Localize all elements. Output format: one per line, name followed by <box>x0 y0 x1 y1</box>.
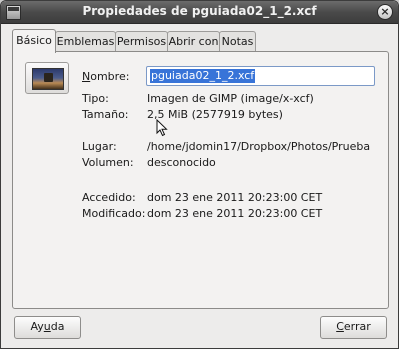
help-button-label: Ayuda <box>30 320 65 333</box>
window-title: Propiedades de pguiada02_1_2.xcf <box>82 4 317 18</box>
tab-abrir-con[interactable]: Abrir con <box>167 31 220 52</box>
location-value: /home/jdomin17/Dropbox/Photos/Prueba <box>147 140 371 153</box>
name-input-value: pguiada02_1_2.xcf <box>150 69 256 83</box>
volume-label: Volumen: <box>82 156 134 169</box>
tab-notas[interactable]: Notas <box>219 31 256 52</box>
modified-label: Modificado: <box>82 207 146 220</box>
accessed-label: Accedido: <box>82 191 136 204</box>
modified-value: dom 23 ene 2011 20:23:00 CET <box>147 207 323 220</box>
tab-basico[interactable]: Básico <box>12 29 56 53</box>
location-label: Lugar: <box>82 140 117 153</box>
image-thumbnail-icon <box>32 68 64 90</box>
close-button[interactable]: Cerrar <box>320 316 387 339</box>
close-window-button[interactable]: × <box>377 4 393 20</box>
name-label: Nombre: <box>82 70 130 83</box>
tab-emblemas[interactable]: Emblemas <box>55 31 116 52</box>
properties-dialog: Propiedades de pguiada02_1_2.xcf × Básic… <box>0 0 399 349</box>
name-input[interactable]: pguiada02_1_2.xcf <box>146 66 375 86</box>
title-bar[interactable]: Propiedades de pguiada02_1_2.xcf × <box>1 1 398 24</box>
accessed-value: dom 23 ene 2011 20:23:00 CET <box>147 191 323 204</box>
size-label: Tamaño: <box>82 108 129 121</box>
type-label: Tipo: <box>82 92 109 105</box>
mouse-pointer-icon <box>156 119 168 137</box>
close-button-label: Cerrar <box>336 320 371 333</box>
help-button[interactable]: Ayuda <box>14 316 81 339</box>
volume-value: desconocido <box>147 156 216 169</box>
file-icon-button[interactable] <box>25 62 69 94</box>
tab-permisos[interactable]: Permisos <box>115 31 168 52</box>
type-value: Imagen de GIMP (image/x-xcf) <box>147 92 314 105</box>
